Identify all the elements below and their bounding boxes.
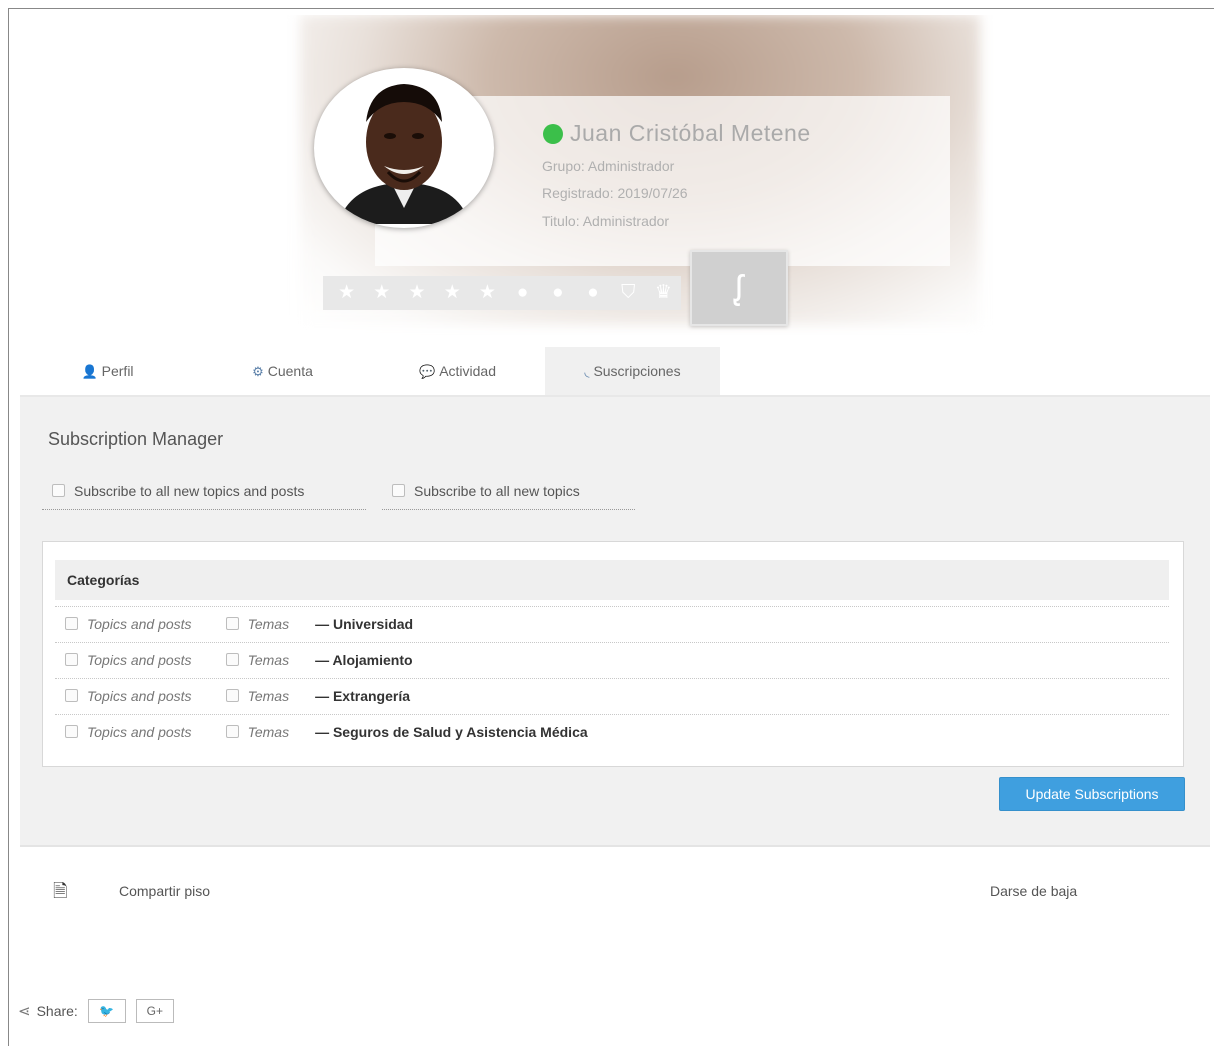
categories-box: Categorías Topics and posts Temas — Univer… bbox=[42, 541, 1184, 767]
topics-posts-label: Topics and posts bbox=[87, 616, 192, 632]
topics-checkbox[interactable] bbox=[225, 617, 239, 630]
topics-label: Temas bbox=[247, 652, 290, 668]
tab-label: Suscripciones bbox=[593, 363, 681, 379]
twitter-share-button[interactable]: 🐦 bbox=[87, 999, 126, 1023]
trophy-icon: ♛ bbox=[654, 282, 672, 303]
option-label: Subscribe to all new topics and posts bbox=[74, 483, 305, 499]
unsubscribe-link[interactable]: Darse de baja bbox=[990, 883, 1077, 899]
profile-title: Titulo: Administrador bbox=[542, 213, 670, 229]
online-status-dot bbox=[543, 124, 563, 144]
subscribe-all-topics-option[interactable]: Subscribe to all new topics bbox=[382, 483, 635, 510]
category-row: Topics and posts Temas — Universidad bbox=[55, 606, 1169, 643]
rank-badge: ᶘ bbox=[690, 250, 788, 326]
share-bar: ⋖ Share: 🐦 G+ bbox=[18, 997, 174, 1025]
tab-label: Actividad bbox=[439, 363, 496, 379]
topics-checkbox[interactable] bbox=[225, 653, 239, 666]
star-icon: ★ bbox=[338, 282, 356, 303]
rank-icon: ᶘ bbox=[735, 268, 743, 307]
topics-posts-checkbox[interactable] bbox=[65, 725, 78, 738]
shield-icon: ⛉ bbox=[621, 282, 636, 303]
category-row: Topics and posts Temas — Alojamiento bbox=[55, 642, 1169, 679]
achievement-badges: ★ ★ ★ ★ ★ ● ● ● ⛉ ♛ bbox=[323, 276, 681, 310]
googleplus-share-button[interactable]: G+ bbox=[135, 999, 174, 1023]
share-label: Share: bbox=[36, 1003, 78, 1019]
share-icon: ⋖ bbox=[18, 1003, 31, 1020]
category-row: Topics and posts Temas — Extrangería bbox=[55, 678, 1169, 715]
topics-posts-checkbox[interactable] bbox=[65, 653, 78, 666]
checkbox[interactable] bbox=[52, 484, 65, 497]
topic-link[interactable]: Compartir piso bbox=[119, 883, 210, 899]
category-name: — Alojamiento bbox=[315, 652, 413, 668]
tab-suscripciones[interactable]: ◟ Suscripciones bbox=[545, 347, 720, 395]
checkbox[interactable] bbox=[392, 484, 405, 497]
topics-checkbox[interactable] bbox=[225, 725, 239, 738]
topics-label: Temas bbox=[247, 688, 290, 704]
subscription-manager-title: Subscription Manager bbox=[48, 429, 224, 449]
update-subscriptions-button[interactable]: Update Subscriptions bbox=[999, 777, 1185, 811]
document-icon: 🗎 bbox=[53, 881, 68, 901]
topics-label: Temas bbox=[247, 616, 290, 632]
profile-username: Juan Cristóbal Metene bbox=[570, 120, 811, 146]
categories-header: Categorías bbox=[55, 560, 1169, 600]
star-icon: ★ bbox=[478, 282, 496, 303]
topics-posts-label: Topics and posts bbox=[87, 652, 192, 668]
category-row: Topics and posts Temas — Seguros de Salud … bbox=[55, 714, 1169, 751]
category-name: — Seguros de Salud y Asistencia Médica bbox=[315, 724, 588, 740]
tab-actividad[interactable]: 💬 Actividad bbox=[370, 347, 545, 395]
star-icon: ★ bbox=[408, 282, 426, 303]
comments-icon: 💬 bbox=[419, 364, 436, 379]
topics-checkbox[interactable] bbox=[225, 689, 239, 702]
topics-posts-label: Topics and posts bbox=[87, 724, 192, 740]
tab-perfil[interactable]: 👤 Perfil bbox=[20, 347, 195, 395]
avatar bbox=[314, 68, 494, 228]
category-name: — Extrangería bbox=[315, 688, 411, 704]
profile-group: Grupo: Administrador bbox=[542, 158, 675, 174]
profile-tabs: 👤 Perfil ⚙ Cuenta 💬 Actividad ◟ Suscripcione… bbox=[20, 347, 720, 395]
circle-icon: ● bbox=[552, 282, 564, 303]
option-label: Subscribe to all new topics bbox=[414, 483, 580, 499]
profile-registered-date: Registrado: 2019/07/26 bbox=[542, 185, 688, 201]
topics-posts-checkbox[interactable] bbox=[65, 617, 78, 630]
tab-label: Cuenta bbox=[267, 363, 313, 379]
subscribe-all-topics-posts-option[interactable]: Subscribe to all new topics and posts bbox=[42, 483, 366, 510]
tab-cuenta[interactable]: ⚙ Cuenta bbox=[195, 347, 370, 395]
circle-icon: ● bbox=[587, 282, 599, 303]
tab-label: Perfil bbox=[101, 363, 134, 379]
user-icon: 👤 bbox=[81, 364, 98, 379]
topics-posts-label: Topics and posts bbox=[87, 688, 192, 704]
star-icon: ★ bbox=[443, 282, 461, 303]
topics-label: Temas bbox=[247, 724, 290, 740]
gear-icon: ⚙ bbox=[252, 364, 264, 379]
star-icon: ★ bbox=[373, 282, 391, 303]
topics-posts-checkbox[interactable] bbox=[65, 689, 78, 702]
rss-icon: ◟ bbox=[584, 364, 590, 379]
category-name: — Universidad bbox=[315, 616, 414, 632]
circle-icon: ● bbox=[516, 282, 529, 303]
subscription-panel: Subscription Manager Subscribe to all ne… bbox=[20, 397, 1210, 847]
